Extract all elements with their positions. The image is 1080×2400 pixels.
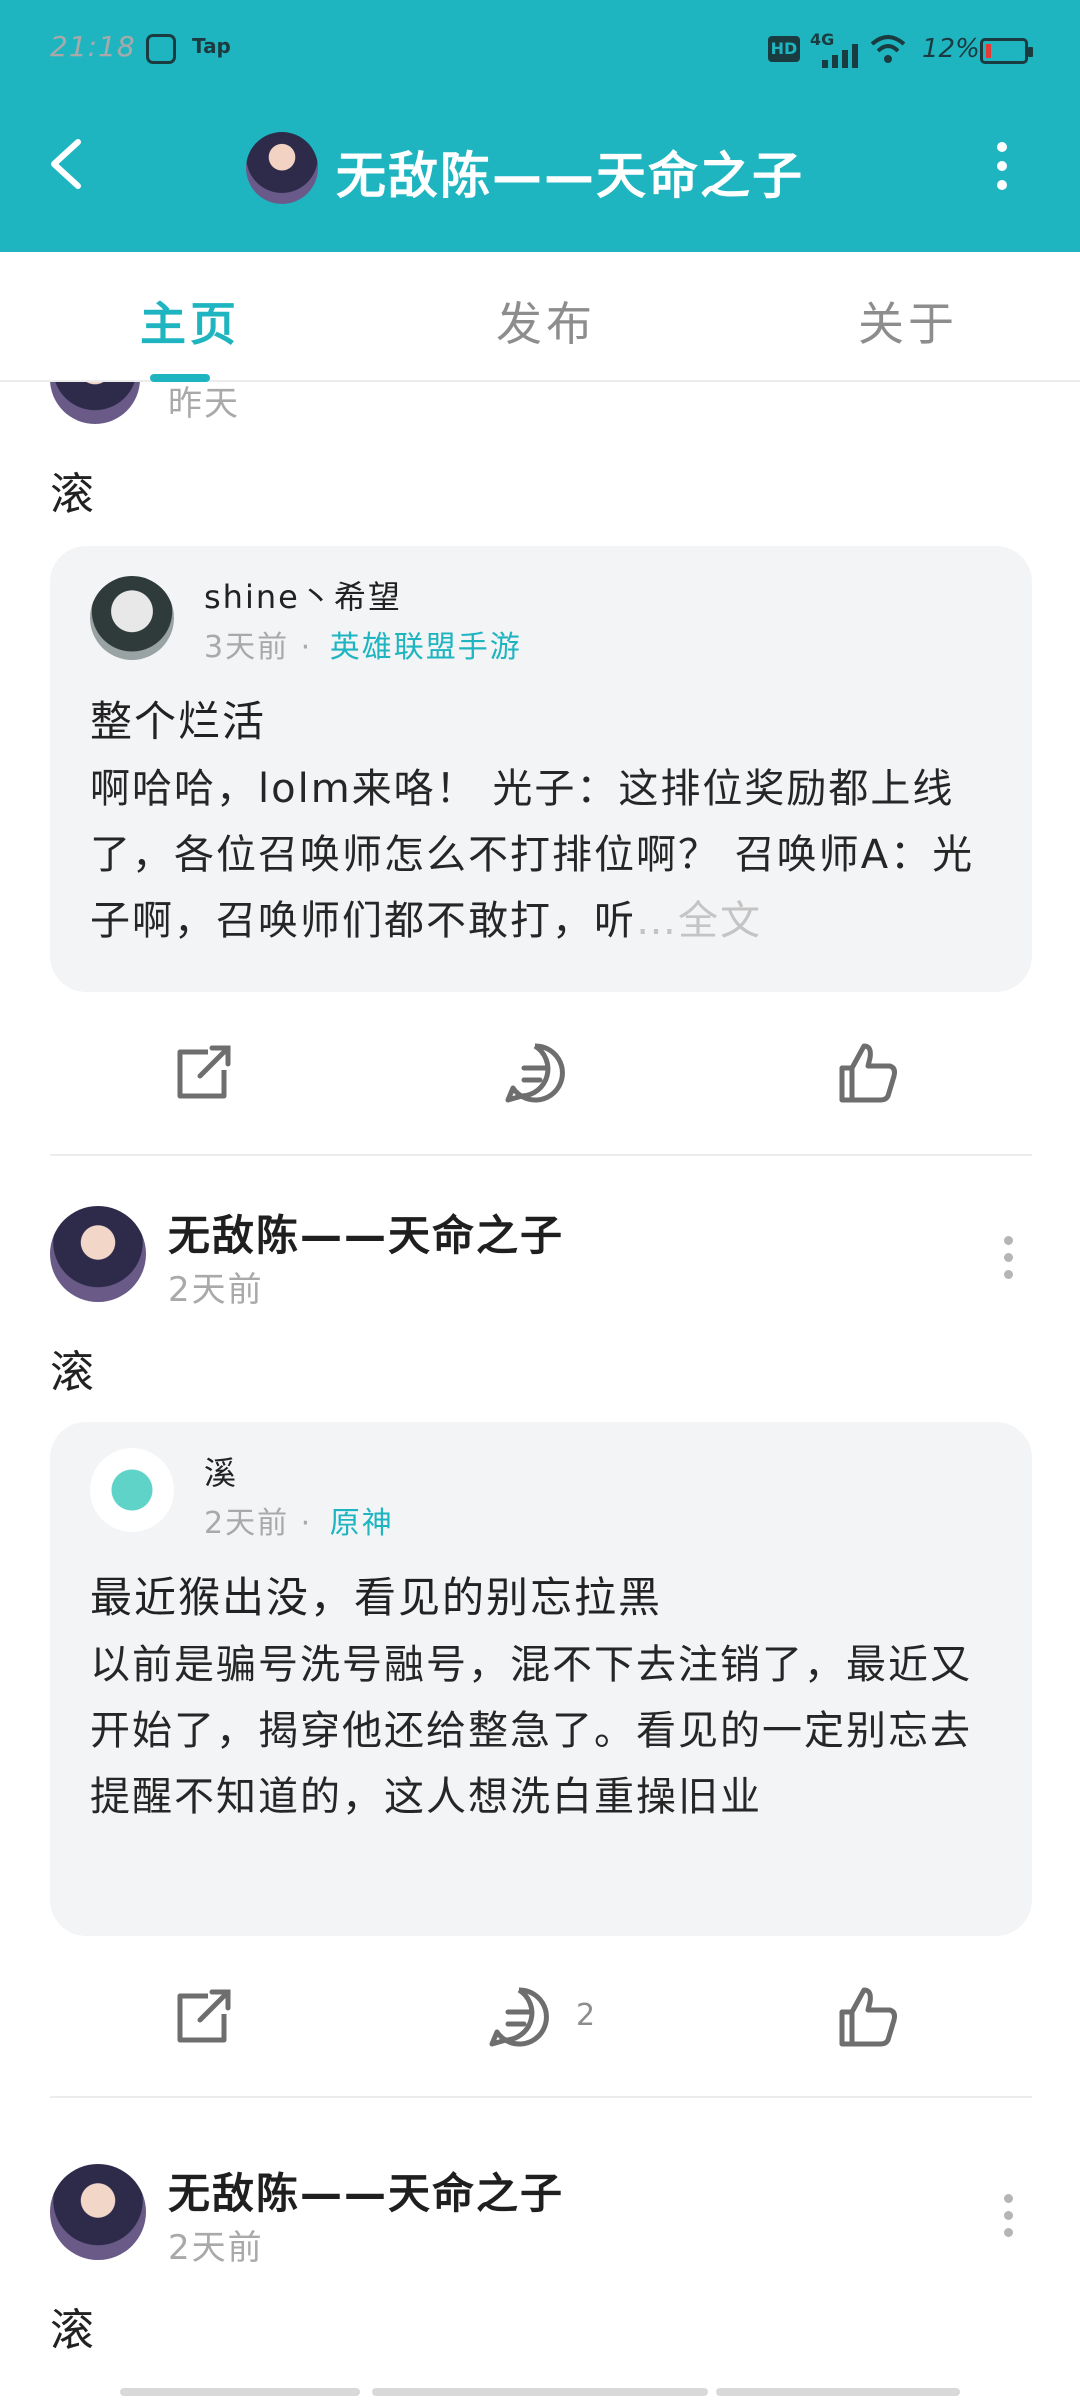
like-icon[interactable] (832, 1982, 902, 2052)
post-author[interactable]: 无敌陈——天命之子 (168, 2160, 564, 2221)
app-header: 21:18 Tap HD 4G 12% 无敌陈——天命之子 (0, 0, 1080, 252)
shared-author-avatar[interactable] (90, 576, 174, 660)
signal-icon (822, 42, 862, 68)
shared-post-meta: 2天前 · 原神 (204, 1506, 394, 1541)
arrow-left-icon[interactable] (44, 136, 88, 192)
hd-icon: HD (768, 36, 800, 62)
shared-post-card[interactable]: 溪 2天前 · 原神 最近猴出没，看见的别忘拉黑 以前是骗号洗号融号，混不下去注… (50, 1422, 1032, 1936)
comment-icon[interactable] (484, 1982, 554, 2052)
notification-app-label: Tap (192, 34, 231, 58)
tab-posts[interactable]: 发布 (496, 288, 596, 354)
post-time: 2天前 (168, 1270, 264, 1310)
shared-post-title: 整个烂活 (90, 697, 267, 746)
divider (50, 2096, 1032, 2098)
post-text: 滚 (50, 2305, 94, 2356)
bottom-indicator (372, 2388, 708, 2396)
shared-author-name[interactable]: shine丶希望 (204, 572, 402, 618)
bottom-indicator (716, 2388, 960, 2396)
shared-author-name[interactable]: 溪 (204, 1448, 238, 1494)
status-time: 21:18 (50, 30, 136, 63)
avatar[interactable] (50, 2164, 146, 2260)
more-vertical-icon[interactable] (1000, 2194, 1016, 2244)
battery-icon (980, 38, 1033, 64)
post-author[interactable]: 无敌陈——天命之子 (168, 1202, 564, 1263)
battery-percent: 12% (922, 34, 980, 64)
tab-about[interactable]: 关于 (858, 288, 958, 354)
status-bar: 21:18 Tap HD 4G 12% (0, 0, 1080, 100)
like-icon[interactable] (832, 1038, 902, 1108)
post-time: 2天前 (168, 2228, 264, 2268)
share-icon[interactable] (168, 1038, 238, 1108)
shared-post-time: 2天前 (204, 1506, 290, 1541)
feed[interactable]: 昨天 滚 shine丶希望 3天前 · 英雄联盟手游 整个烂活 啊哈哈，lolm… (0, 382, 1080, 2400)
shared-post-title: 最近猴出没，看见的别忘拉黑 (90, 1573, 663, 1622)
shared-post-card[interactable]: shine丶希望 3天前 · 英雄联盟手游 整个烂活 啊哈哈，lolm来咯！ 光… (50, 546, 1032, 992)
page-title: 无敌陈——天命之子 (336, 147, 804, 205)
post-text: 滚 (50, 1347, 94, 1398)
shared-post-body-text: 啊哈哈，lolm来咯！ 光子：这排位奖励都上线了，各位召唤师怎么不打排位啊？ 召… (90, 766, 975, 944)
wifi-icon (870, 35, 906, 63)
shared-post-game[interactable]: 原神 (330, 1506, 394, 1541)
post-actions: 2 (0, 1982, 1080, 2062)
more-vertical-icon[interactable] (990, 142, 1014, 192)
shared-post-meta: 3天前 · 英雄联盟手游 (204, 630, 522, 665)
tab-indicator (150, 374, 210, 382)
shared-post-time: 3天前 (204, 630, 290, 665)
notification-app-icon (146, 34, 176, 64)
avatar[interactable] (50, 382, 140, 424)
post-actions (0, 1038, 1080, 1118)
comment-icon[interactable] (500, 1038, 570, 1108)
tab-home[interactable]: 主页 (140, 288, 240, 354)
comment-count: 2 (576, 1998, 596, 2033)
post-text: 滚 (50, 469, 94, 520)
avatar[interactable] (50, 1206, 146, 1302)
tab-bar: 主页 发布 关于 (0, 252, 1080, 382)
shared-author-avatar[interactable] (90, 1448, 174, 1532)
shared-post-body: 啊哈哈，lolm来咯！ 光子：这排位奖励都上线了，各位召唤师怎么不打排位啊？ 召… (90, 756, 1010, 956)
more-vertical-icon[interactable] (1000, 1236, 1016, 1286)
expand-link[interactable]: …全文 (636, 898, 762, 944)
bottom-indicator (120, 2388, 360, 2396)
divider (50, 1154, 1032, 1156)
post-time: 昨天 (168, 384, 240, 424)
shared-post-game[interactable]: 英雄联盟手游 (330, 630, 522, 665)
header-avatar[interactable] (246, 132, 318, 204)
shared-post-body: 以前是骗号洗号融号，混不下去注销了，最近又开始了，揭穿他还给整急了。看见的一定别… (90, 1642, 972, 1820)
share-icon[interactable] (168, 1982, 238, 2052)
